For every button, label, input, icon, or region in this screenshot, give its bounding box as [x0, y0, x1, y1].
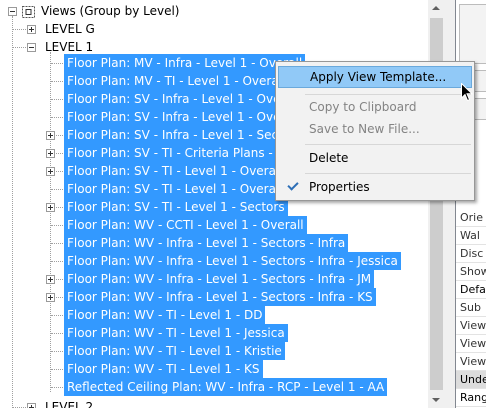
view-group-icon	[22, 5, 35, 18]
scroll-up-icon	[432, 6, 440, 10]
menu-delete[interactable]: Delete	[278, 147, 472, 169]
tree-item-row[interactable]: Floor Plan: WV - CCTI - Level 1 - Overal…	[0, 216, 428, 234]
tree-item-label: Floor Plan: SV - TI - Level 1 - Overall …	[64, 180, 308, 198]
menu-properties-label: Properties	[309, 180, 370, 194]
tree-item-label: Floor Plan: SV - TI - Level 1 - Sectors	[64, 198, 288, 216]
properties-row[interactable]: Wal	[456, 227, 486, 245]
tree-item-row[interactable]: Floor Plan: WV - TI - Level 1 - DD	[0, 306, 428, 324]
tree-connector	[13, 29, 26, 30]
menu-apply-view-template[interactable]: Apply View Template...	[278, 66, 472, 88]
properties-row[interactable]: Defa	[456, 281, 486, 299]
tree-item-label: Floor Plan: WV - CCTI - Level 1 - Overal…	[64, 216, 307, 234]
properties-row[interactable]: Sub	[456, 299, 486, 317]
tree-connector	[51, 99, 63, 100]
tree-item-row[interactable]: Floor Plan: WV - TI - Level 1 - Jessica	[0, 324, 428, 342]
tree-item-label: Floor Plan: SV - TI - Level 1 - Overall	[64, 162, 286, 180]
tree-connector	[51, 333, 63, 334]
tree-level-2-label: LEVEL 2	[45, 400, 94, 408]
properties-row[interactable]: View	[456, 317, 486, 335]
tree-item-label: Floor Plan: MV - Infra - Level 1 - Overa…	[64, 54, 306, 72]
properties-row[interactable]: Show	[456, 263, 486, 281]
expand-icon[interactable]	[46, 293, 55, 302]
mouse-cursor-icon	[461, 83, 473, 102]
tree-item-row[interactable]: Floor Plan: WV - TI - Level 1 - KS	[0, 360, 428, 378]
tree-connector	[51, 117, 63, 118]
tree-item-row[interactable]: Floor Plan: WV - Infra - Level 1 - Secto…	[0, 270, 428, 288]
tree-item-label: Floor Plan: SV - Infra - Level 1 - Overa…	[64, 90, 303, 108]
tree-connector	[51, 243, 63, 244]
scroll-up-button[interactable]	[428, 0, 445, 17]
tree-item-row[interactable]: Floor Plan: WV - TI - Level 1 - Kristie	[0, 342, 428, 360]
tree-item-label: Floor Plan: WV - Infra - Level 1 - Secto…	[64, 234, 349, 252]
tree-item-label: Floor Plan: SV - Infra - Level 1 - Overa…	[64, 108, 303, 126]
tree-item-label: Reflected Ceiling Plan: WV - Infra - RCP…	[64, 378, 388, 396]
properties-group-header[interactable]: Unde	[456, 371, 486, 389]
tree-level-2-row[interactable]: LEVEL 2	[0, 398, 428, 408]
properties-type-selector[interactable]	[459, 4, 486, 64]
tree-item-label: Floor Plan: WV - Infra - Level 1 - Secto…	[64, 270, 375, 288]
tree-level-g-label: LEVEL G	[45, 22, 95, 36]
tree-connector	[51, 369, 63, 370]
expand-icon[interactable]	[27, 403, 36, 408]
tree-root-row[interactable]: Views (Group by Level)	[0, 2, 428, 20]
scroll-down-icon	[432, 398, 440, 402]
properties-row[interactable]: Orie	[456, 209, 486, 227]
menu-properties[interactable]: Properties	[278, 176, 472, 198]
tree-level-g-row[interactable]: LEVEL G	[0, 20, 428, 38]
tree-item-label: Floor Plan: WV - TI - Level 1 - Jessica	[64, 324, 288, 342]
tree-item-label: Floor Plan: WV - TI - Level 1 - Kristie	[64, 342, 285, 360]
tree-item-label: Floor Plan: SV - Infra - Level 1 - Secto…	[64, 126, 305, 144]
tree-connector	[13, 47, 26, 48]
properties-row[interactable]: View	[456, 335, 486, 353]
tree-item-row[interactable]: Floor Plan: WV - Infra - Level 1 - Secto…	[0, 252, 428, 270]
tree-connector	[51, 261, 63, 262]
collapse-icon[interactable]	[8, 7, 17, 16]
expand-icon[interactable]	[46, 131, 55, 140]
properties-row[interactable]: View	[456, 353, 486, 371]
tree-connector	[51, 387, 63, 388]
tree-item-row[interactable]: Floor Plan: WV - Infra - Level 1 - Secto…	[0, 234, 428, 252]
tree-connector	[51, 63, 63, 64]
tree-item-label: Floor Plan: WV - Infra - Level 1 - Secto…	[64, 288, 376, 306]
tree-connector	[51, 189, 63, 190]
tree-connector	[51, 351, 63, 352]
tree-item-label: Floor Plan: WV - Infra - Level 1 - Secto…	[64, 252, 401, 270]
tree-root-label: Views (Group by Level)	[41, 4, 180, 18]
tree-connector	[51, 225, 63, 226]
expand-icon[interactable]	[46, 203, 55, 212]
tree-connector	[51, 315, 63, 316]
menu-separator	[305, 144, 471, 145]
menu-separator	[305, 173, 471, 174]
tree-item-row[interactable]: Reflected Ceiling Plan: WV - Infra - RCP…	[0, 378, 428, 396]
expand-icon[interactable]	[27, 25, 36, 34]
menu-save-to-new-file[interactable]: Save to New File...	[278, 118, 472, 140]
tree-item-label: Floor Plan: SV - TI - Criteria Plans - L…	[64, 144, 308, 162]
tree-item-label: Floor Plan: WV - TI - Level 1 - DD	[64, 306, 266, 324]
tree-item-row[interactable]: Floor Plan: WV - Infra - Level 1 - Secto…	[0, 288, 428, 306]
tree-item-label: Floor Plan: WV - TI - Level 1 - KS	[64, 360, 263, 378]
expand-icon[interactable]	[46, 167, 55, 176]
expand-icon[interactable]	[46, 149, 55, 158]
context-menu: Apply View Template... Copy to Clipboard…	[275, 61, 475, 201]
collapse-icon[interactable]	[27, 43, 36, 52]
menu-copy-to-clipboard[interactable]: Copy to Clipboard	[278, 96, 472, 118]
tree-item-label: Floor Plan: MV - TI - Level 1 - Overall	[64, 72, 289, 90]
properties-row[interactable]: Rang	[456, 389, 486, 407]
expand-icon[interactable]	[46, 275, 55, 284]
tree-connector	[51, 81, 63, 82]
menu-separator	[305, 94, 471, 95]
properties-row[interactable]: Disc	[456, 245, 486, 263]
checkmark-icon	[287, 179, 299, 191]
scroll-down-button[interactable]	[428, 391, 445, 408]
